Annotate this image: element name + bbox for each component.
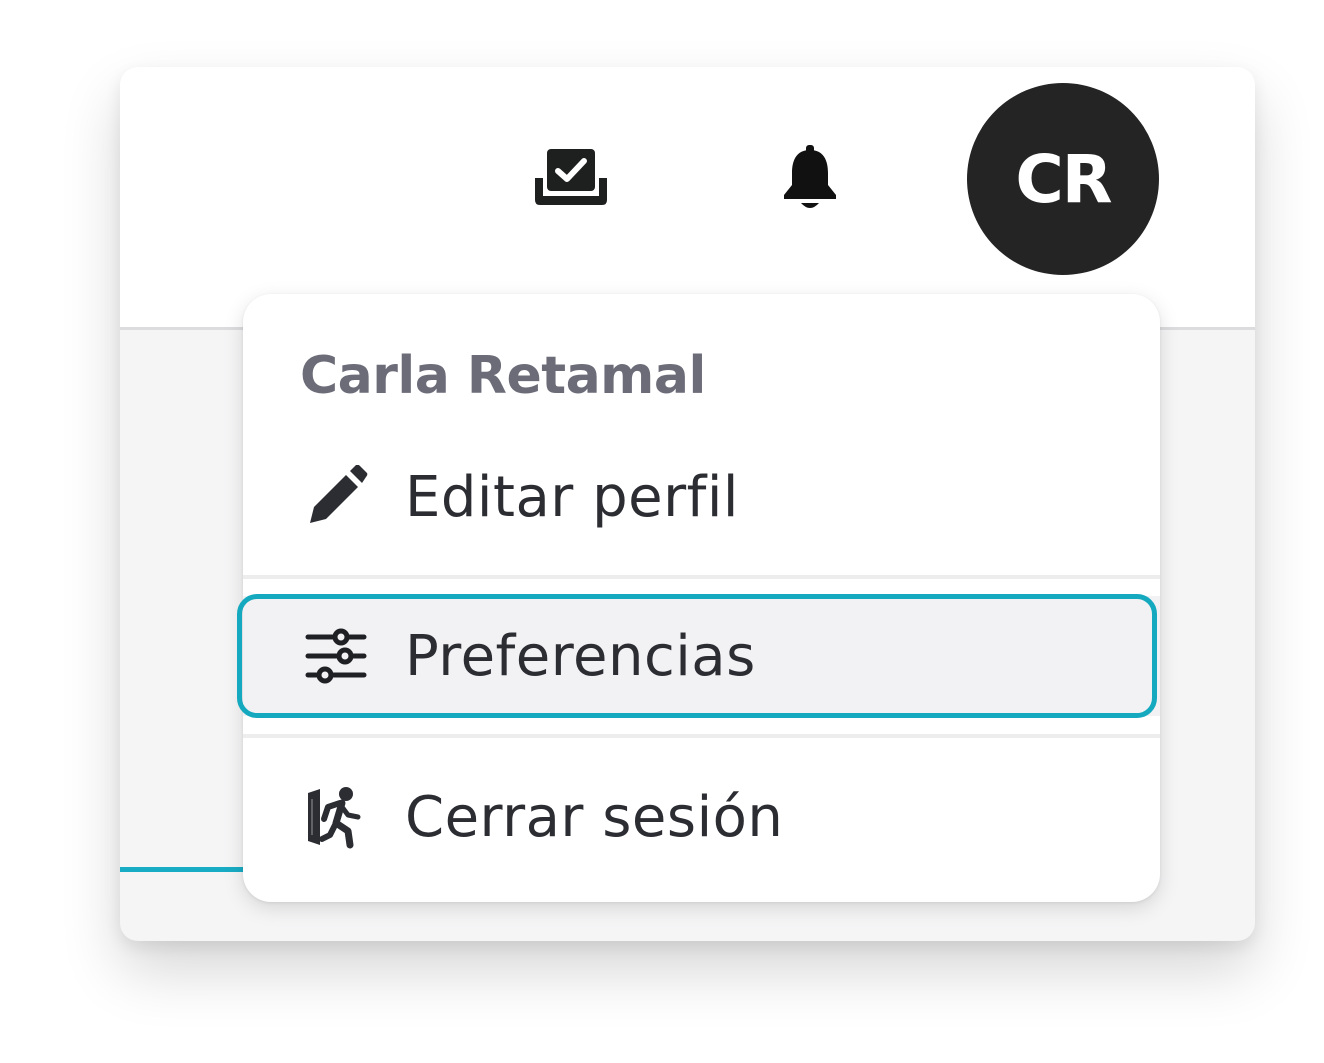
notifications-button[interactable] [775,142,845,214]
menu-item-label: Editar perfil [405,464,739,530]
tasks-check-tray-icon [535,149,607,205]
logout-runner-icon [303,784,369,850]
menu-divider [243,734,1160,738]
preferences-focus-ring [237,594,1157,718]
user-name: Carla Retamal [300,346,706,406]
active-tab-indicator [120,867,260,872]
bell-icon [784,145,836,208]
tasks-button[interactable] [528,142,614,212]
pencil-icon [303,464,369,530]
menu-item-logout[interactable]: Cerrar sesión [243,762,1160,872]
menu-divider [243,575,1160,579]
menu-item-edit-profile[interactable]: Editar perfil [243,442,1160,552]
menu-item-label: Cerrar sesión [405,784,784,850]
top-bar: CR [120,67,1255,330]
avatar-initials: CR [1015,140,1112,218]
user-avatar-button[interactable]: CR [967,83,1159,275]
